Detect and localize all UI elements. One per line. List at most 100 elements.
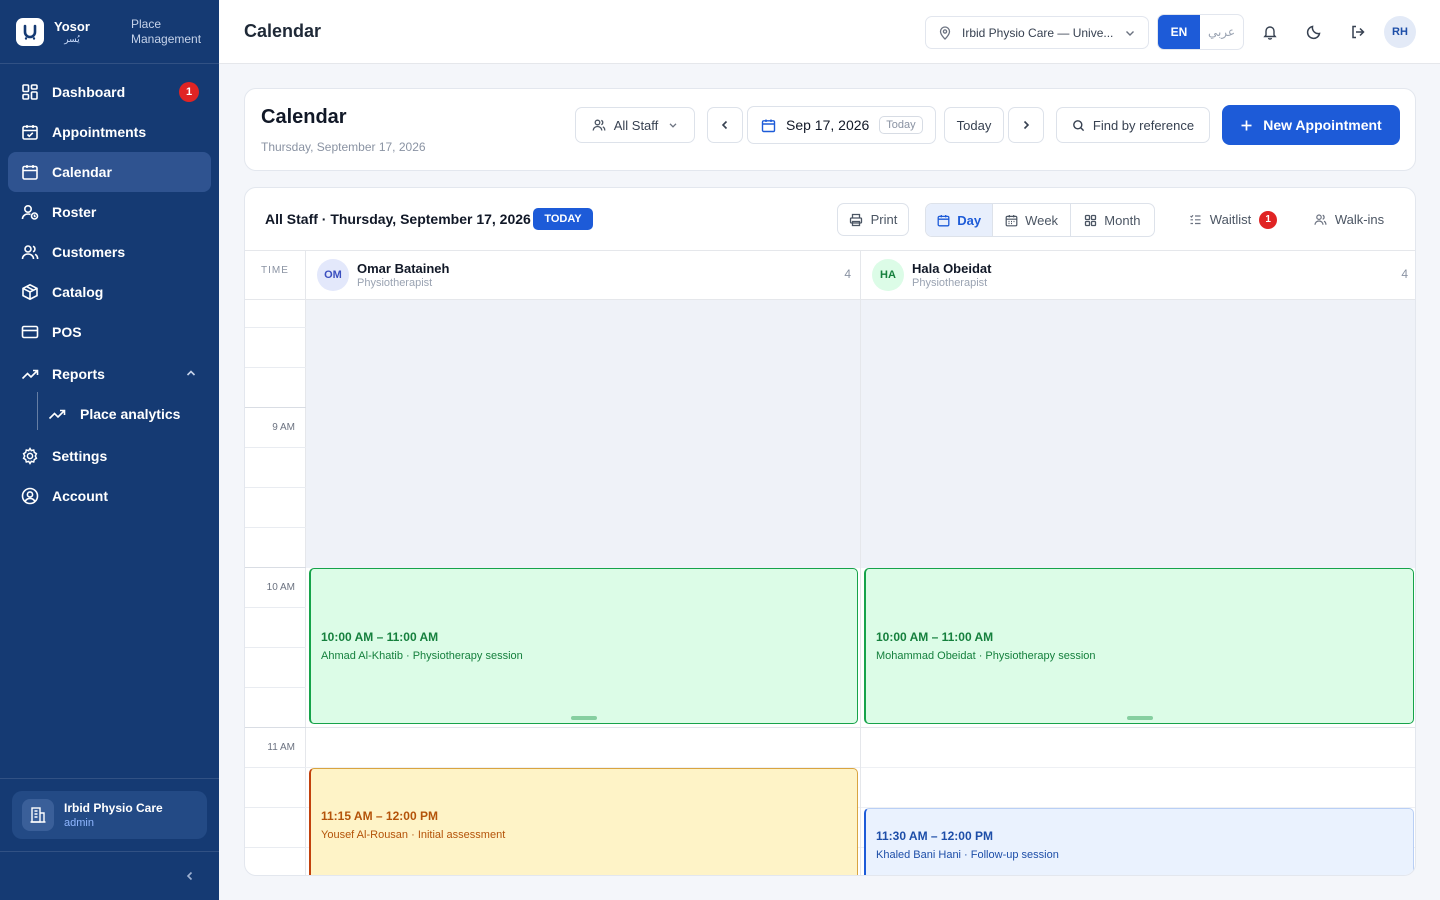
- sidebar-item-place-analytics[interactable]: Place analytics: [8, 392, 211, 434]
- waitlist-label: Waitlist: [1209, 212, 1252, 227]
- staff-name: Omar Bataineh: [357, 261, 450, 276]
- calendar-header-card: Calendar Thursday, September 17, 2026 Al…: [244, 88, 1416, 171]
- appointment-details: Mohammad Obeidat · Physiotherapy session: [876, 650, 1096, 662]
- staff-filter-select[interactable]: All Staff: [575, 107, 695, 143]
- view-month-label: Month: [1104, 212, 1141, 228]
- appointment-card[interactable]: 10:00 AM – 11:00 AM Mohammad Obeidat · P…: [864, 568, 1414, 724]
- sidebar-item-account[interactable]: Account: [8, 476, 211, 516]
- slot-line: [245, 807, 306, 808]
- sidebar: Yosor يُسر Place Management Dashboard 1 …: [0, 0, 219, 900]
- staff-column-hala[interactable]: 10:00 AM – 11:00 AM Mohammad Obeidat · P…: [861, 300, 1415, 875]
- day-grid: 9 AM 10 AM 11 AM 10:00 AM – 11:00 AM Ahm…: [245, 300, 1415, 875]
- brand-logo[interactable]: [16, 17, 44, 46]
- view-day-label: Day: [957, 212, 982, 228]
- slot-line: [245, 647, 306, 648]
- slot-line: [245, 687, 306, 688]
- time-label: 10 AM: [266, 582, 295, 593]
- time-label: 9 AM: [272, 422, 295, 433]
- calendar-title: Calendar: [261, 106, 347, 128]
- sidebar-item-appointments[interactable]: Appointments: [8, 112, 211, 152]
- sidebar-item-reports[interactable]: Reports: [8, 354, 211, 394]
- appointment-card[interactable]: 11:15 AM – 12:00 PM Yousef Al-Rousan · I…: [309, 768, 858, 875]
- calendar-icon: [761, 118, 776, 133]
- waitlist-button[interactable]: Waitlist 1: [1183, 203, 1283, 236]
- sidebar-item-catalog[interactable]: Catalog: [8, 272, 211, 312]
- appointment-details: Ahmad Al-Khatib · Physiotherapy session: [321, 650, 523, 662]
- credit-card-icon: [20, 322, 40, 342]
- print-button[interactable]: Print: [837, 203, 909, 236]
- time-label: 11 AM: [267, 742, 295, 753]
- user-avatar[interactable]: RH: [1384, 16, 1416, 48]
- user-circle-icon: [20, 486, 40, 506]
- sidebar-item-pos[interactable]: POS: [8, 312, 211, 352]
- chevron-left-icon: [721, 120, 728, 130]
- building-icon: [22, 799, 54, 831]
- logout-icon[interactable]: [1346, 20, 1370, 44]
- sidebar-item-label: Settings: [52, 448, 108, 464]
- staff-avatar: OM: [317, 259, 349, 291]
- today-button[interactable]: Today: [944, 107, 1004, 143]
- lang-ar-button[interactable]: عربي: [1200, 15, 1243, 49]
- chevron-right-icon: [1023, 120, 1030, 130]
- brand: Yosor يُسر Place Management: [0, 0, 219, 64]
- find-by-reference-button[interactable]: Find by reference: [1056, 107, 1210, 143]
- unavailable-block: [861, 300, 1415, 568]
- sidebar-item-label: Calendar: [52, 164, 112, 180]
- sidebar-item-customers[interactable]: Customers: [8, 232, 211, 272]
- appointment-card[interactable]: 10:00 AM – 11:00 AM Ahmad Al-Khatib · Ph…: [309, 568, 858, 724]
- box-icon: [20, 282, 40, 302]
- sidebar-nav: Dashboard 1 Appointments Calendar Roster…: [0, 64, 219, 516]
- users-icon: [592, 118, 606, 132]
- collapse-sidebar-button[interactable]: [180, 866, 200, 886]
- sidebar-item-settings[interactable]: Settings: [8, 436, 211, 476]
- today-badge: TODAY: [533, 208, 593, 230]
- language-toggle: EN عربي: [1157, 14, 1244, 50]
- hour-line: [861, 727, 1415, 728]
- trending-up-icon: [48, 404, 68, 424]
- chevron-up-icon[interactable]: [185, 366, 197, 382]
- view-week-button[interactable]: Week: [993, 204, 1071, 236]
- staff-column-omar[interactable]: 10:00 AM – 11:00 AM Ahmad Al-Khatib · Ph…: [306, 300, 861, 875]
- waitlist-count-badge: 1: [1259, 210, 1278, 229]
- staff-appointment-count: 4: [1401, 267, 1408, 281]
- moon-icon[interactable]: [1302, 20, 1326, 44]
- grid-icon: [1084, 214, 1097, 227]
- resize-handle[interactable]: [1126, 716, 1153, 720]
- staff-column-header-omar[interactable]: OM Omar Bataineh Physiotherapist 4: [306, 251, 861, 300]
- staff-avatar: HA: [872, 259, 904, 291]
- appointment-time: 10:00 AM – 11:00 AM: [876, 630, 994, 644]
- staff-role: Physiotherapist: [912, 277, 988, 289]
- view-week-label: Week: [1025, 212, 1059, 228]
- slot-line: [245, 607, 306, 608]
- view-month-button[interactable]: Month: [1071, 204, 1154, 236]
- new-appointment-button[interactable]: New Appointment: [1222, 105, 1400, 145]
- location-select[interactable]: Irbid Physio Care — Unive...: [925, 16, 1149, 49]
- print-label: Print: [870, 212, 898, 227]
- appointment-card[interactable]: 11:30 AM – 12:00 PM Khaled Bani Hani · F…: [864, 808, 1414, 875]
- place-name: Irbid Physio Care: [64, 801, 163, 815]
- dashboard-icon: [20, 82, 40, 102]
- calendar-icon: [20, 162, 40, 182]
- calendar-view-title: All Staff · Thursday, September 17, 2026: [265, 211, 531, 227]
- next-day-button[interactable]: [1008, 107, 1044, 143]
- sidebar-item-label: Reports: [52, 366, 105, 382]
- page-title: Calendar: [244, 21, 322, 41]
- divider: [0, 851, 219, 852]
- resize-handle[interactable]: [571, 716, 597, 720]
- sidebar-item-dashboard[interactable]: Dashboard 1: [8, 72, 211, 112]
- date-picker[interactable]: Sep 17, 2026 Today: [747, 106, 936, 144]
- prev-day-button[interactable]: [707, 107, 743, 143]
- brand-name-en: Yosor: [54, 18, 90, 34]
- users-icon: [1314, 213, 1327, 226]
- place-switcher[interactable]: Irbid Physio Care admin: [12, 791, 207, 839]
- staff-column-header-hala[interactable]: HA Hala Obeidat Physiotherapist 4: [861, 251, 1415, 300]
- walk-ins-button[interactable]: Walk-ins: [1313, 203, 1385, 236]
- lang-en-button[interactable]: EN: [1158, 15, 1200, 49]
- gear-icon: [20, 446, 40, 466]
- bell-icon[interactable]: [1258, 20, 1282, 44]
- slot-line: [245, 447, 306, 448]
- view-day-button[interactable]: Day: [926, 204, 994, 236]
- sidebar-item-roster[interactable]: Roster: [8, 192, 211, 232]
- sidebar-item-calendar[interactable]: Calendar: [8, 152, 211, 192]
- current-date: Sep 17, 2026: [786, 117, 870, 133]
